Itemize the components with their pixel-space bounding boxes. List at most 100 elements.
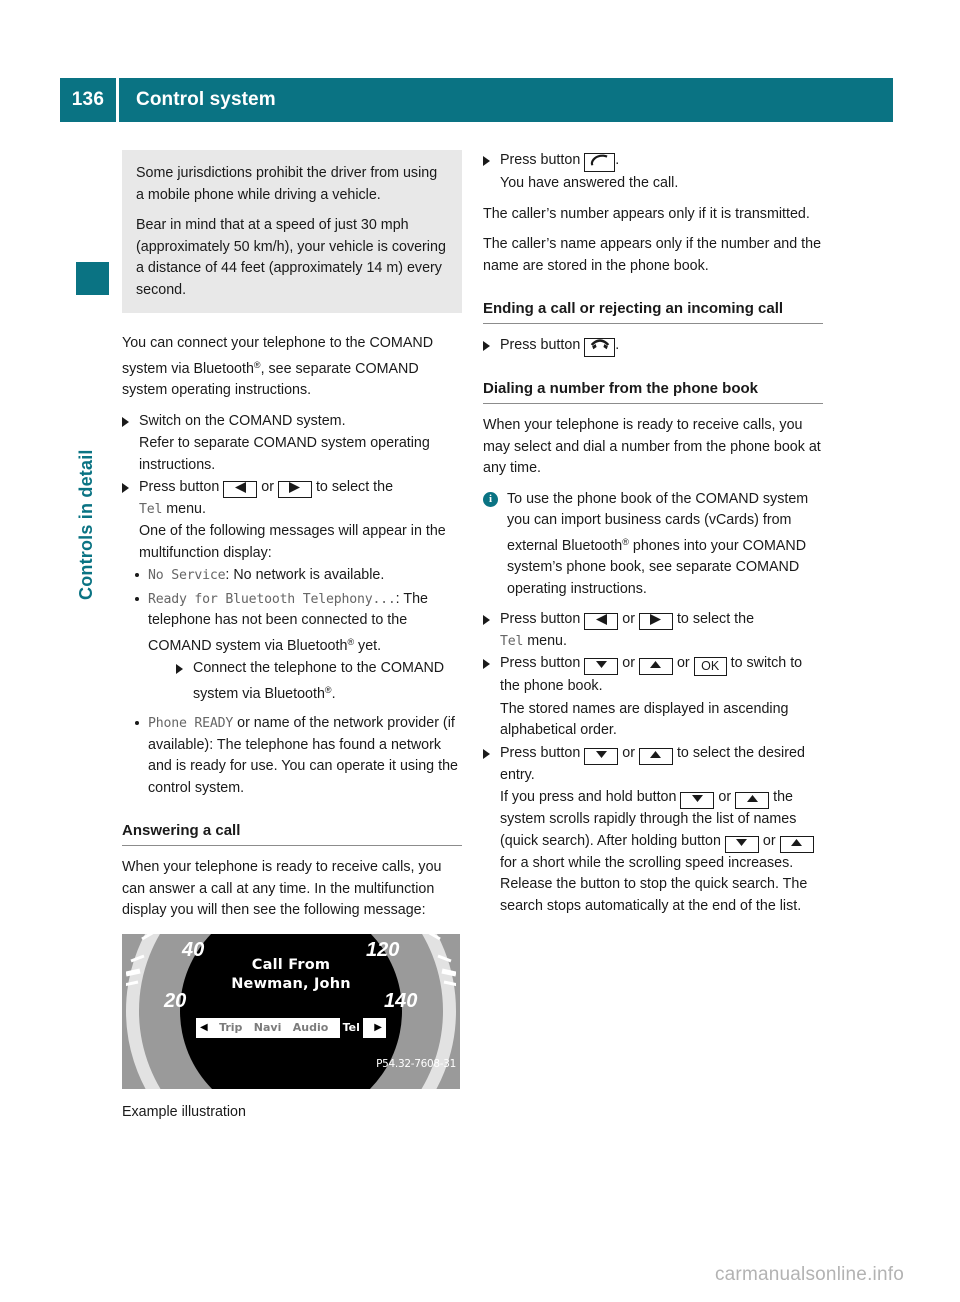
side-tab-marker bbox=[76, 262, 109, 295]
button-up-icon[interactable] bbox=[638, 658, 673, 675]
answering-body: When your telephone is ready to receive … bbox=[122, 859, 442, 918]
figure-caption: Example illustration bbox=[122, 1103, 246, 1120]
menu-item-audio[interactable]: Audio bbox=[293, 1017, 329, 1039]
menu-item-navi[interactable]: Navi bbox=[254, 1017, 282, 1039]
figure-example-illustration: 40 20 120 140 Call From Newman, John ◀ T… bbox=[122, 933, 462, 1124]
end-call-icon[interactable] bbox=[584, 338, 616, 357]
step-switch-on: Switch on the COMAND system. bbox=[122, 411, 462, 433]
step-accept-sub: You have answered the call. bbox=[483, 173, 823, 195]
message-colon: : bbox=[395, 590, 400, 607]
step-press-label: Press button bbox=[500, 337, 581, 353]
button-down-icon[interactable] bbox=[584, 658, 619, 675]
call-from-label: Call From bbox=[251, 956, 331, 973]
message-mono: Phone READY bbox=[148, 716, 234, 731]
step-press-label: Press button bbox=[139, 479, 220, 495]
step-press-end-call: Press button . bbox=[483, 335, 823, 357]
caller-name-paragraph: The caller’s name appears only if the nu… bbox=[483, 236, 822, 274]
step-select-entry: Press button or to select the desired en… bbox=[483, 743, 823, 787]
left-column: Some jurisdictions prohibit the driver f… bbox=[122, 150, 462, 1123]
menu-left-arrow-icon[interactable]: ◀ bbox=[200, 1022, 208, 1033]
button-up-icon[interactable] bbox=[735, 792, 770, 809]
section-heading-ending: Ending a call or rejecting an incoming c… bbox=[483, 300, 784, 317]
or-label: or bbox=[261, 479, 274, 495]
button-left-icon[interactable] bbox=[223, 481, 258, 498]
dial-number-20: 20 bbox=[164, 989, 187, 1012]
intro-paragraph: You can connect your telephone to the CO… bbox=[122, 333, 462, 402]
instrument-cluster-image: 40 20 120 140 Call From Newman, John ◀ T… bbox=[122, 933, 460, 1089]
step-phonebook-sub-text: The stored names are displayed in ascend… bbox=[500, 700, 789, 739]
cluster-menu-bar: ◀ Trip Navi Audio Tel ▶ bbox=[196, 1015, 386, 1040]
ok-button[interactable]: OK bbox=[693, 657, 727, 676]
menu-right-arrow-icon[interactable]: ▶ bbox=[374, 1022, 382, 1033]
button-right-icon[interactable] bbox=[638, 613, 673, 630]
caller-number-paragraph: The caller’s number appears only if it i… bbox=[483, 205, 810, 222]
triangle-bullet-icon bbox=[483, 615, 490, 625]
triangle-bullet-icon bbox=[483, 659, 490, 669]
button-down-icon[interactable] bbox=[724, 835, 759, 853]
list-item: Phone READY or name of the network provi… bbox=[133, 713, 462, 799]
side-tab-label: Controls in detail bbox=[76, 449, 96, 600]
or-label: or bbox=[622, 611, 635, 627]
substep-connect-telephone: Connect the telephone to the COMAND syst… bbox=[176, 658, 462, 705]
tel-menu-mono: Tel bbox=[139, 501, 163, 517]
warning-paragraph-1: Some jurisdictions prohibit the driver f… bbox=[136, 165, 438, 203]
triangle-bullet-icon bbox=[122, 416, 129, 427]
button-right-icon[interactable] bbox=[277, 481, 312, 498]
section-divider bbox=[483, 323, 823, 324]
round-bullet-icon bbox=[135, 721, 139, 725]
accept-call-icon[interactable] bbox=[584, 153, 616, 172]
step-select-tel-menu: Press button or to select the Tel menu. bbox=[483, 609, 823, 652]
button-down-icon[interactable] bbox=[584, 747, 619, 765]
dialing-body: When your telephone is ready to receive … bbox=[483, 417, 821, 476]
list-item: Ready for Bluetooth Telephony...: The te… bbox=[133, 589, 462, 706]
substep-text-pre: Connect the telephone to the COMAND syst… bbox=[193, 660, 445, 702]
menu-item-trip[interactable]: Trip bbox=[219, 1017, 242, 1039]
section-divider bbox=[122, 845, 462, 846]
message-mono: No Service bbox=[148, 568, 226, 583]
round-bullet-icon bbox=[135, 573, 139, 577]
button-up-icon[interactable] bbox=[779, 835, 814, 853]
step-press-post-label: to select the bbox=[315, 479, 394, 495]
triangle-bullet-icon bbox=[176, 664, 183, 674]
page-title: Control system bbox=[136, 89, 276, 110]
or-label: or bbox=[718, 789, 732, 805]
step-switch-to-phone-book: Press button or or OK to switch to the p… bbox=[483, 653, 823, 698]
step-switch-on-text: Switch on the COMAND system. bbox=[139, 412, 346, 429]
messages-intro: One of the following messages will appea… bbox=[122, 521, 462, 564]
or-label: or bbox=[762, 832, 776, 849]
button-up-icon[interactable] bbox=[638, 747, 673, 765]
message-desc: : No network is available. bbox=[225, 567, 385, 583]
message-body-post: yet. bbox=[354, 637, 382, 654]
round-bullet-icon bbox=[135, 596, 139, 601]
quick-search-paragraph: If you press and hold button or the syst… bbox=[483, 787, 823, 917]
info-icon: i bbox=[483, 491, 498, 507]
right-column: Press button . You have answered the cal… bbox=[483, 150, 823, 918]
watermark: carmanualsonline.info bbox=[714, 1264, 904, 1285]
step-switch-on-sub-text: Refer to separate COMAND system operatin… bbox=[139, 435, 430, 473]
triangle-bullet-icon bbox=[483, 341, 490, 351]
messages-intro-text: One of the following messages will appea… bbox=[139, 523, 446, 561]
tel-menu-mono: Tel bbox=[500, 633, 524, 649]
button-down-icon[interactable] bbox=[680, 792, 715, 809]
step-press-label: Press button bbox=[500, 655, 581, 671]
period-label: . bbox=[615, 337, 620, 353]
quick-search-text-3: for a short while the scrolling speed in… bbox=[500, 854, 808, 914]
tel-menu-word: menu. bbox=[527, 632, 567, 649]
step-accept-sub-text: You have answered the call. bbox=[500, 175, 679, 191]
step-press-label: Press button bbox=[500, 152, 581, 168]
triangle-bullet-icon bbox=[483, 156, 490, 166]
menu-item-tel[interactable]: Tel bbox=[339, 1015, 363, 1040]
incoming-call-text: Call From Newman, John bbox=[122, 956, 460, 994]
or-label: or bbox=[622, 744, 635, 761]
step-press-post-label: to select the bbox=[676, 611, 755, 627]
page-number: 136 bbox=[71, 89, 105, 110]
step-select-tel-menu: Press button or to select the Tel menu. bbox=[122, 477, 462, 520]
info-note: i To use the phone book of the COMAND sy… bbox=[483, 489, 823, 601]
page-header: 136 Control system bbox=[60, 78, 893, 122]
button-left-icon[interactable] bbox=[584, 613, 619, 630]
section-divider bbox=[483, 403, 823, 404]
triangle-bullet-icon bbox=[122, 483, 129, 493]
or-label: or bbox=[676, 655, 690, 671]
step-press-label: Press button bbox=[500, 744, 581, 761]
dial-number-140: 140 bbox=[384, 989, 418, 1012]
